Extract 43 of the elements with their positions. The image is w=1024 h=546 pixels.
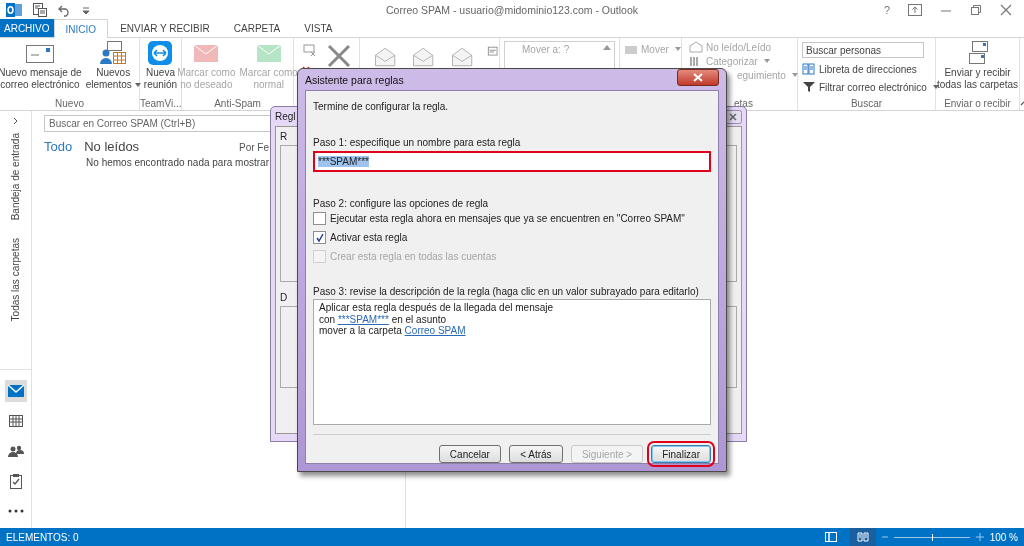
ribbon-tab[interactable]: CARPETA <box>221 19 293 37</box>
group-label: Anti-Spam <box>213 97 262 110</box>
rule-name-field[interactable]: ***SPAM*** <box>313 151 711 172</box>
find-command-button[interactable]: Libreta de direcciones <box>802 62 931 76</box>
new-item-button[interactable]: Nuevos elementos <box>83 41 143 97</box>
filter-tab[interactable]: No leídos <box>84 139 140 154</box>
sort-button[interactable]: Por Fe <box>239 142 269 153</box>
find-command-button[interactable]: Filtrar correo electrónico <box>802 80 931 94</box>
help-button[interactable]: ? <box>883 3 890 16</box>
item-count: ELEMENTOS: 0 <box>6 531 79 543</box>
step-label: Paso 1: especifique un nombre para esta regla <box>313 137 522 148</box>
instruction-text: Termine de configurar la regla. <box>313 101 450 112</box>
folder-shortcut[interactable]: Todas las carpetas <box>10 238 21 322</box>
dialog-button[interactable]: Cancelar <box>438 445 501 463</box>
section-label: D <box>280 292 288 303</box>
filter-tab[interactable]: Todo <box>44 139 73 154</box>
description-line: con ***SPAM*** en el asunto <box>319 313 448 325</box>
checkbox-label: Ejecutar esta regla ahora en mensajes que ya se encuentren en "Correo SPAM" <box>330 213 685 224</box>
checkbox-label: Crear esta regla en todas las cuentas <box>330 251 497 262</box>
dialog-button[interactable]: < Atrás <box>508 445 563 463</box>
send-receive-button[interactable]: Enviar y recibir todas las carpetas <box>934 41 1021 97</box>
group-label: Enviar o recibir <box>943 97 1012 110</box>
people-search-field[interactable]: Buscar personas <box>802 42 924 58</box>
description-line: Aplicar esta regla después de la llegada del mensaje <box>319 302 555 314</box>
dialog-title: Asistente para reglas <box>305 73 404 86</box>
group-label: Buscar <box>849 97 884 110</box>
group-label: TeamVi... <box>140 97 181 110</box>
ribbon-tab[interactable]: ENVIAR Y RECIBIR <box>108 19 222 37</box>
zoom-level: 100 % <box>989 531 1019 543</box>
step-label: Paso 3: revise la descripción de la regla (haga clic en un valor subrayado para editarlo) <box>313 286 700 297</box>
step-label: Paso 2: configure las opciones de regla <box>313 198 490 209</box>
ribbon-tab[interactable]: INICIO <box>53 19 109 38</box>
ribbon-tab[interactable]: ARCHIVO <box>0 19 54 37</box>
group-label: Nuevo <box>54 97 85 110</box>
folder-shortcut[interactable]: Bandeja de entrada <box>10 133 21 221</box>
empty-message: No hemos encontrado nada para mostrar <box>86 157 269 168</box>
checkbox-label: Activar esta regla <box>330 232 408 243</box>
link[interactable]: Correo SPAM <box>404 325 466 336</box>
window-title: Correo SPAM - usuario@midominio123.com - Outlook <box>385 3 639 16</box>
link[interactable]: ***SPAM*** <box>337 313 389 325</box>
section-label: R <box>280 131 288 142</box>
description-line: mover a la carpeta Correo SPAM <box>319 325 467 337</box>
ribbon-tab[interactable]: VISTA <box>292 19 345 37</box>
